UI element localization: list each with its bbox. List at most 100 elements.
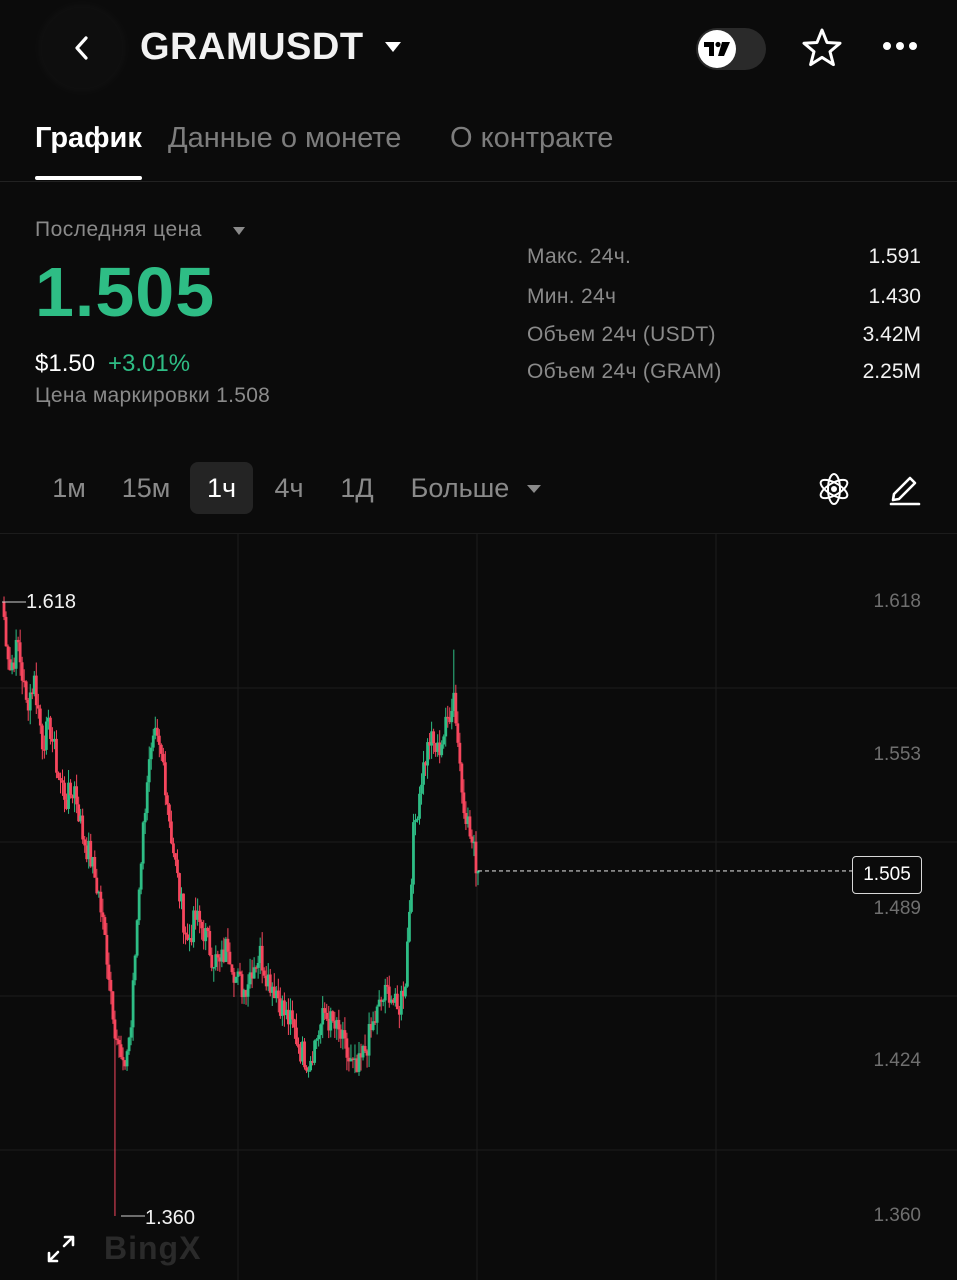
tab-coin-data[interactable]: Данные о монете [168, 122, 401, 155]
candle-body [198, 910, 202, 922]
candle-body [182, 893, 185, 933]
candle-body [200, 921, 204, 929]
tab-contract-info[interactable]: О контракте [450, 122, 613, 155]
candle-body [337, 1019, 341, 1030]
candle-body [184, 932, 187, 935]
y-tick-label: 1.424 [873, 1050, 921, 1071]
candle-body [121, 1057, 125, 1061]
y-tick-label: 1.618 [873, 591, 921, 612]
candle-body [343, 1030, 347, 1039]
candle-body [168, 804, 171, 822]
candle-body [246, 984, 250, 997]
candle-body [291, 1010, 294, 1020]
candle-body [297, 1044, 300, 1048]
price-chart[interactable]: 1.618 1.553 1.489 1.424 1.360 1.618 1.36… [0, 533, 957, 1280]
candle-body [135, 920, 139, 956]
y-tick-label: 1.360 [873, 1205, 921, 1226]
candle-body [143, 813, 147, 823]
stat-volume-gram-label: Объем 24ч (GRAM) [527, 360, 722, 383]
candle-body [414, 819, 417, 823]
candle-body [28, 692, 32, 711]
candle-body [157, 735, 161, 745]
candle-body [319, 1024, 323, 1036]
back-button[interactable] [42, 8, 122, 88]
candle-body [36, 705, 40, 709]
candle-body [444, 716, 448, 737]
caret-down-icon[interactable] [526, 484, 542, 494]
candle-body [119, 1044, 123, 1058]
candle-body [163, 762, 167, 796]
candle-body [159, 744, 163, 754]
candle-body [230, 964, 234, 973]
candle-body [293, 1019, 296, 1028]
candle-body [226, 938, 230, 952]
candle-body [323, 1008, 327, 1013]
candle-body [456, 723, 460, 743]
interval-selector: 1м 15м 1ч 4ч 1Д Больше [0, 462, 957, 518]
candle-body [151, 735, 155, 748]
stat-high-label: Макс. 24ч. [527, 245, 632, 268]
candle-body [315, 1039, 319, 1041]
candle-body [375, 1006, 379, 1023]
candle-body [174, 853, 177, 860]
caret-down-icon[interactable] [232, 226, 246, 236]
candle-body [172, 843, 175, 854]
candle-body [252, 967, 256, 979]
more-dots-icon[interactable] [882, 40, 918, 52]
candle-body [4, 616, 8, 647]
candle-body [137, 889, 141, 921]
interval-1h[interactable]: 1ч [190, 462, 253, 514]
candle-body [474, 841, 478, 874]
candle-body [107, 964, 111, 980]
candle-body [2, 602, 6, 617]
last-price-label[interactable]: Последняя цена [35, 218, 202, 242]
candle-body [381, 1000, 385, 1002]
candle-body [44, 721, 48, 750]
star-icon[interactable] [800, 26, 844, 70]
candle-body [418, 793, 421, 819]
candle-body [260, 945, 264, 971]
interval-15m[interactable]: 15м [112, 462, 180, 514]
y-tick-label: 1.489 [873, 898, 921, 919]
expand-arrows-icon[interactable] [46, 1234, 76, 1264]
page-title[interactable]: GRAMUSDT [140, 26, 364, 69]
candlestick-chart[interactable] [0, 534, 957, 1280]
candle-body [24, 681, 28, 700]
candle-body [442, 736, 446, 745]
candle-body [139, 863, 143, 890]
candle-body [325, 1012, 329, 1019]
candle-body [115, 1038, 119, 1041]
candle-body [129, 1027, 133, 1038]
candle-body [468, 816, 472, 837]
candle-body [69, 782, 72, 796]
top-bar: GRAMUSDT [0, 0, 957, 100]
stat-low-label: Мин. 24ч [527, 285, 617, 308]
candle-body [176, 859, 179, 874]
candle-body [420, 784, 423, 794]
caret-down-icon[interactable] [384, 40, 402, 54]
candle-body [305, 1067, 308, 1071]
tradingview-toggle[interactable] [696, 28, 766, 70]
interval-4h[interactable]: 4ч [262, 462, 316, 514]
tab-chart[interactable]: График [35, 122, 142, 155]
candle-body [131, 980, 135, 1028]
interval-1m[interactable]: 1м [40, 462, 98, 514]
candle-body [59, 778, 62, 781]
candle-body [212, 967, 216, 969]
candle-body [105, 934, 109, 965]
candle-body [125, 1051, 129, 1067]
candle-body [317, 1035, 321, 1040]
brand-watermark: BingX [104, 1230, 202, 1266]
interval-more[interactable]: Больше [400, 462, 520, 514]
pencil-icon[interactable] [888, 470, 922, 506]
candle-body [147, 759, 151, 783]
atom-icon[interactable] [815, 470, 853, 508]
stat-volume-gram-value: 2.25M [862, 360, 921, 383]
candle-body [440, 744, 444, 756]
stat-volume-usdt-label: Объем 24ч (USDT) [527, 323, 716, 346]
interval-1d[interactable]: 1Д [330, 462, 384, 514]
candle-body [14, 639, 18, 669]
candle-body [345, 1038, 349, 1058]
candle-body [238, 971, 242, 975]
stat-volume-usdt-value: 3.42M [862, 323, 921, 346]
